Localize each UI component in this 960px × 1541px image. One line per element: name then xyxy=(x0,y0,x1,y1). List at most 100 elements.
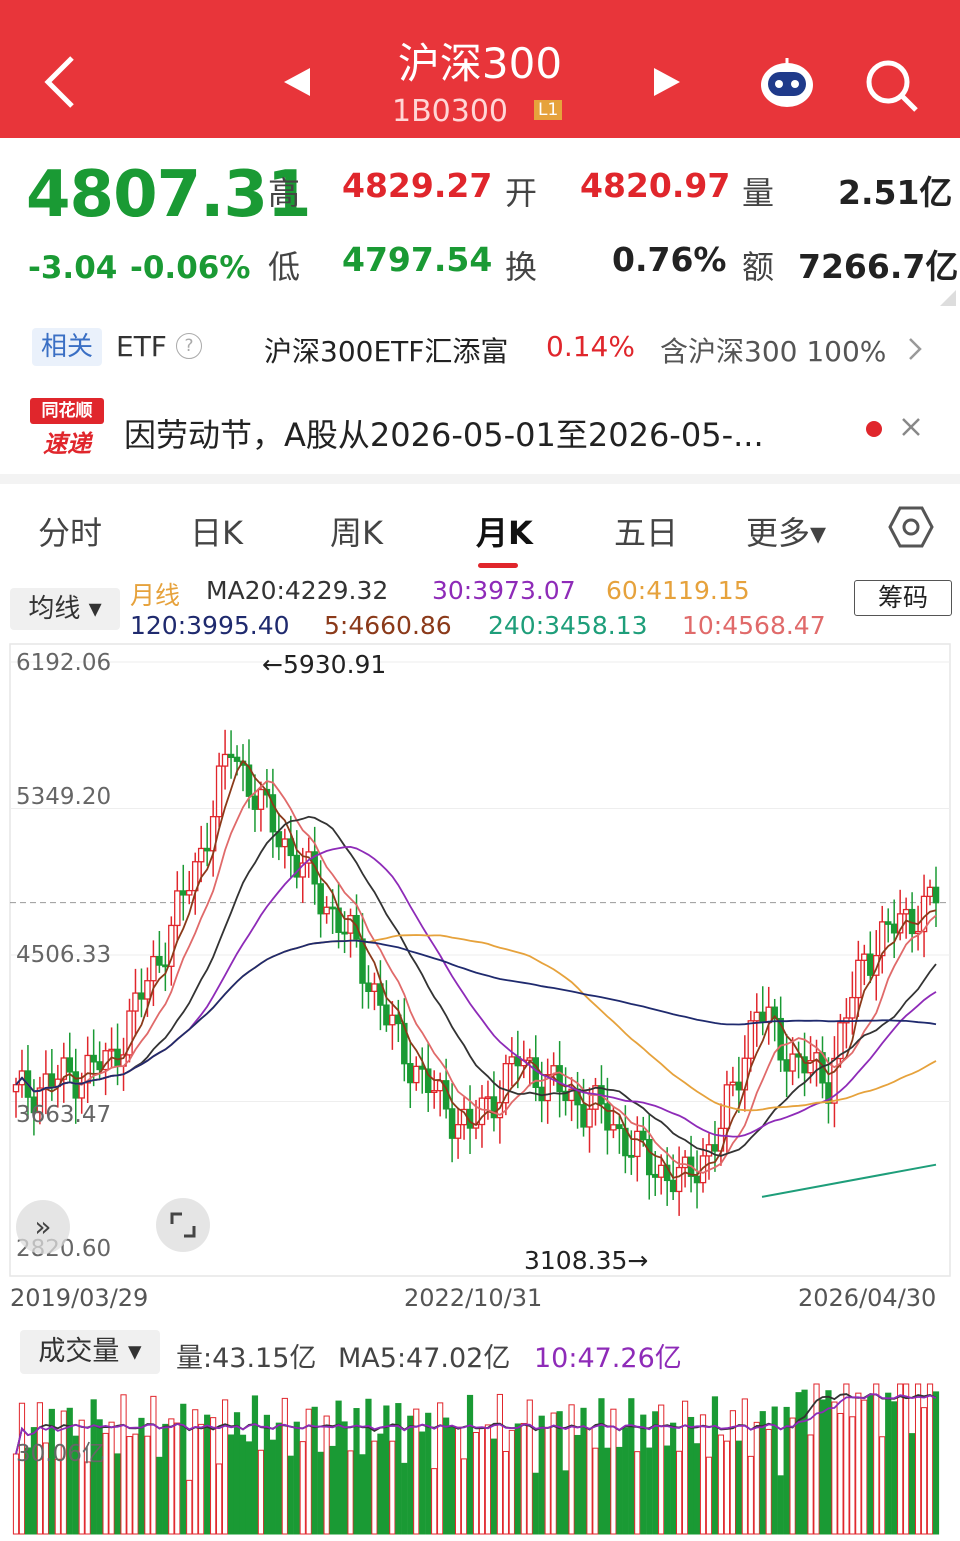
volume-bar xyxy=(598,1398,605,1535)
volume-bar xyxy=(186,1479,193,1535)
candle-body xyxy=(747,1020,755,1059)
prev-stock-icon[interactable] xyxy=(282,66,312,98)
news-headline[interactable]: 因劳动节，A股从2026-05-01至2026-05-... xyxy=(124,410,764,456)
candle-body xyxy=(890,923,898,934)
tab-daily-k[interactable]: 日K xyxy=(190,508,243,554)
help-icon[interactable]: ? xyxy=(176,333,202,359)
tab-five-day[interactable]: 五日 xyxy=(614,508,678,554)
volume-bar xyxy=(586,1427,593,1535)
close-icon[interactable] xyxy=(900,416,922,438)
chevron-right-icon[interactable] xyxy=(906,336,924,362)
candle-body xyxy=(156,955,163,966)
volume-ma5: MA5:47.02亿 xyxy=(338,1343,511,1374)
ma-selector[interactable]: 均线 ▾ xyxy=(10,588,120,630)
volume-bar xyxy=(592,1447,599,1535)
ma240-value: 240:3458.13 xyxy=(488,611,648,640)
chips-button[interactable]: 筹码 xyxy=(854,580,952,616)
etf-label: ETF xyxy=(116,330,167,363)
etf-fund-name[interactable]: 沪深300ETF汇添富 xyxy=(264,330,508,370)
candle-body xyxy=(789,1053,796,1072)
low-label: 低 xyxy=(268,248,301,286)
candle-body xyxy=(657,1164,665,1178)
fast-forward-icon[interactable]: » xyxy=(16,1200,70,1254)
volume-bar xyxy=(873,1383,880,1535)
volume-bar xyxy=(914,1383,922,1535)
ma20-value: MA20:4229.32 xyxy=(206,576,389,605)
volume-bar xyxy=(233,1412,241,1535)
section-divider xyxy=(0,474,960,484)
volume-bar xyxy=(562,1470,569,1535)
candle-body xyxy=(640,1130,647,1141)
candle-body xyxy=(645,1138,653,1176)
volume-bar xyxy=(449,1426,456,1535)
volume-bar xyxy=(54,1458,61,1535)
volume-bar xyxy=(855,1392,862,1535)
volume-bar xyxy=(490,1438,498,1535)
volume-bar xyxy=(741,1398,748,1535)
volume-bar xyxy=(210,1417,217,1535)
high-label: 高 xyxy=(268,174,301,212)
volume-bar xyxy=(108,1421,115,1535)
volume-bar xyxy=(281,1397,288,1535)
volume-bar xyxy=(407,1415,414,1535)
volume-bar xyxy=(795,1392,802,1535)
volume-bar xyxy=(180,1403,187,1535)
volume-bar xyxy=(269,1439,276,1535)
next-stock-icon[interactable] xyxy=(652,66,682,98)
candle-body xyxy=(185,889,193,896)
volume-selector[interactable]: 成交量 ▾ xyxy=(20,1330,160,1374)
ma240-line xyxy=(761,1163,937,1198)
volume-bar xyxy=(711,1396,719,1535)
volume-bar xyxy=(245,1441,253,1535)
candlestick-chart[interactable] xyxy=(0,640,960,1280)
candle-body xyxy=(215,765,223,818)
robot-assistant-icon[interactable] xyxy=(756,56,818,110)
volume-bar xyxy=(508,1429,515,1535)
candle-body xyxy=(430,1090,438,1094)
back-arrow-icon[interactable] xyxy=(40,52,80,112)
price-change: -3.04 xyxy=(28,250,118,286)
turnover-label: 换 xyxy=(505,248,538,286)
candle-body xyxy=(902,908,910,915)
candle-body xyxy=(174,890,181,927)
volume-bar xyxy=(365,1398,372,1535)
candle-body xyxy=(281,838,289,848)
volume-bar xyxy=(251,1395,259,1535)
volume-bar xyxy=(263,1414,271,1535)
candle-body xyxy=(108,1048,115,1052)
candle-body xyxy=(150,955,157,982)
tab-monthly-k[interactable]: 月K xyxy=(476,508,533,554)
candle-body xyxy=(365,982,372,992)
candle-body xyxy=(610,1124,617,1131)
tab-intraday[interactable]: 分时 xyxy=(38,508,102,554)
tab-weekly-k[interactable]: 周K xyxy=(330,508,383,554)
volume-bar xyxy=(813,1383,820,1535)
ma10-value: 10:4568.47 xyxy=(682,611,826,640)
volume-bar xyxy=(144,1435,151,1535)
settings-icon[interactable] xyxy=(888,504,934,550)
volume-bar xyxy=(437,1402,444,1535)
candle-body xyxy=(323,906,330,915)
volume-bar xyxy=(341,1421,348,1535)
candle-body xyxy=(329,906,336,910)
y-tick-3: 3663.47 xyxy=(16,1102,112,1128)
search-icon[interactable] xyxy=(864,58,920,114)
volume-bar xyxy=(819,1399,826,1535)
candle-body xyxy=(383,1004,390,1026)
volume-bar xyxy=(126,1436,133,1535)
candle-body xyxy=(132,992,139,1012)
stock-code: 1B0300 xyxy=(392,94,509,129)
candle-body xyxy=(735,1081,743,1091)
volume-bar xyxy=(174,1422,181,1535)
volume-bar xyxy=(831,1401,838,1535)
volume-chart[interactable] xyxy=(0,1376,960,1536)
y-tick-0: 6192.06 xyxy=(16,650,112,676)
volume-bar xyxy=(628,1398,635,1535)
volume-bar xyxy=(466,1394,474,1535)
fullscreen-icon[interactable] xyxy=(156,1198,210,1252)
volume-label: 量 xyxy=(742,174,775,212)
candle-body xyxy=(604,1103,611,1131)
candle-body xyxy=(197,847,205,863)
tab-more[interactable]: 更多▾ xyxy=(746,508,826,554)
volume-bar xyxy=(359,1454,366,1535)
